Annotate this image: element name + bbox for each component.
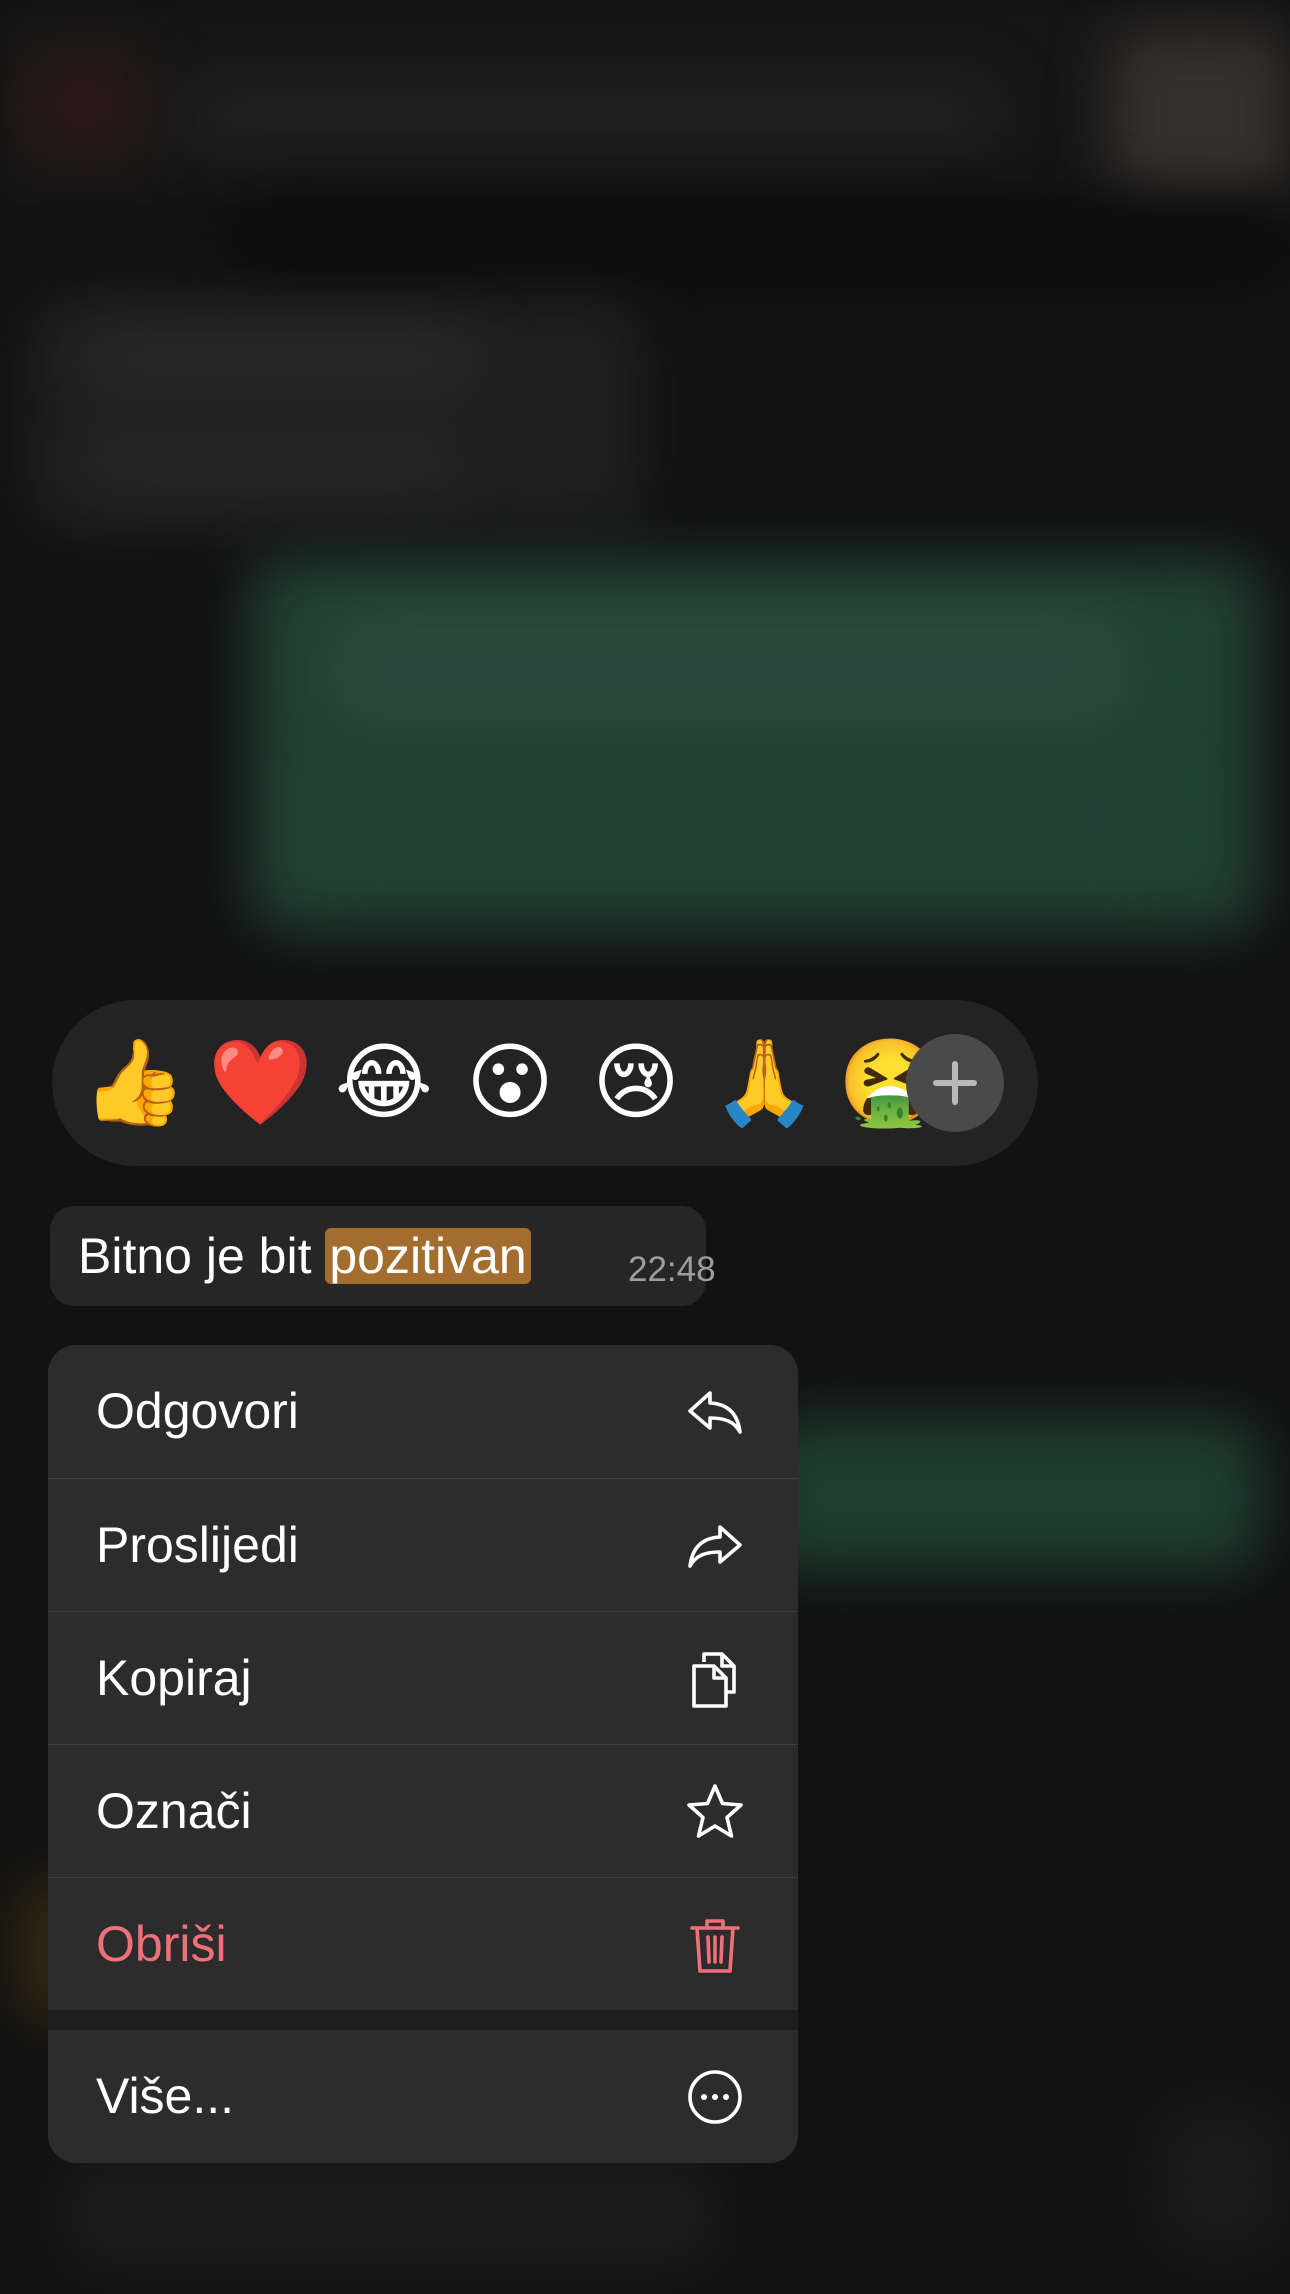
reaction-surprised[interactable]: 😮 [460, 1032, 560, 1132]
message-timestamp: 22:48 [628, 1250, 716, 1289]
message-text: Bitno je bit pozitivan [78, 1226, 531, 1286]
add-reaction-button[interactable] [906, 1034, 1004, 1132]
menu-item-delete[interactable]: Obriši [48, 1877, 798, 2010]
reaction-praying-hands[interactable]: 🙏 [712, 1032, 817, 1132]
selected-message-bubble: Bitno je bit pozitivan 22:48 [50, 1206, 716, 1306]
menu-item-label: Označi [96, 1783, 252, 1839]
menu-item-more[interactable]: Više... [48, 2030, 798, 2163]
menu-item-star[interactable]: Označi [48, 1744, 798, 1877]
more-icon [684, 2066, 746, 2128]
copy-icon [684, 1648, 746, 1710]
menu-item-label: Više... [96, 2068, 235, 2124]
reply-icon [684, 1381, 746, 1443]
reaction-thumbs-up[interactable]: 👍 [82, 1032, 187, 1132]
reaction-heart[interactable]: ❤️ [208, 1032, 313, 1132]
menu-item-label: Proslijedi [96, 1517, 299, 1573]
menu-item-label: Odgovori [96, 1383, 299, 1439]
context-menu: Odgovori Proslijedi Kopiraj Označi Obriš… [48, 1345, 798, 2163]
menu-item-copy[interactable]: Kopiraj [48, 1611, 798, 1744]
menu-more-group: Više... [48, 2030, 798, 2163]
trash-icon [684, 1914, 746, 1976]
menu-item-forward[interactable]: Proslijedi [48, 1478, 798, 1611]
reaction-crying[interactable]: 😢 [586, 1032, 686, 1132]
message-text-start: Bitno je bit [78, 1228, 326, 1284]
reaction-laughing[interactable]: 😂 [334, 1032, 434, 1132]
menu-item-reply[interactable]: Odgovori [48, 1345, 798, 1478]
menu-item-label: Kopiraj [96, 1650, 252, 1706]
forward-icon [684, 1515, 746, 1577]
message-highlighted-word: pozitivan [325, 1228, 531, 1284]
menu-item-label: Obriši [96, 1916, 227, 1972]
menu-actions: Odgovori Proslijedi Kopiraj Označi Obriš… [48, 1345, 798, 2010]
menu-separator [48, 2010, 798, 2030]
star-icon [684, 1781, 746, 1843]
reaction-bar: 👍 ❤️ 😂 😮 😢 🙏 🤮 [52, 1000, 1038, 1166]
